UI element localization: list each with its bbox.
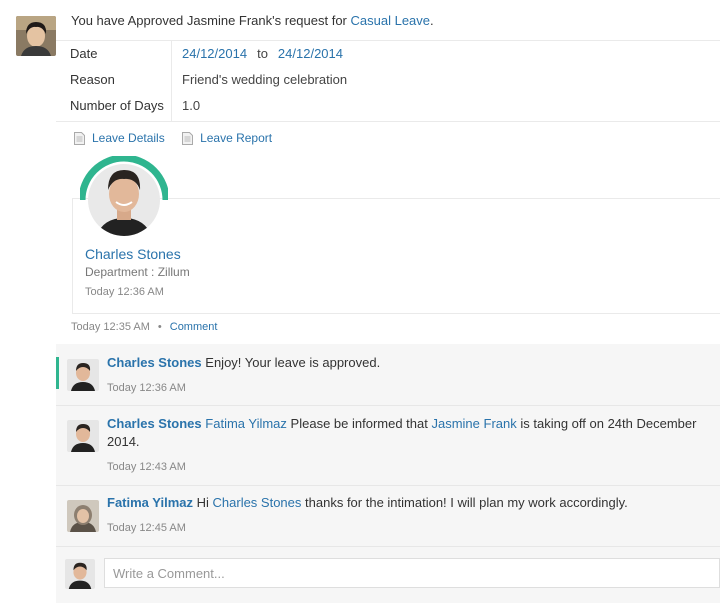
profile-photo[interactable]: [78, 154, 170, 244]
reason-value: Friend's wedding celebration: [182, 72, 348, 87]
comment-avatar[interactable]: [67, 500, 99, 532]
profile-name-link[interactable]: Charles Stones: [85, 246, 181, 262]
comment-avatar[interactable]: [67, 359, 99, 391]
leave-type-link[interactable]: Casual Leave: [351, 13, 431, 28]
report-icon: [182, 131, 194, 145]
separator-dot: •: [157, 321, 162, 333]
reason-label: Reason: [70, 72, 115, 87]
leave-report-link[interactable]: Leave Report: [182, 131, 272, 145]
comment-avatar[interactable]: [67, 420, 99, 452]
comment-timestamp: Today 12:43 AM: [107, 461, 186, 473]
comment-input[interactable]: [105, 559, 719, 587]
requester-avatar[interactable]: [16, 16, 56, 56]
date-to-link[interactable]: 24/12/2014: [278, 46, 343, 61]
comment-body: Fatima Yilmaz Hi Charles Stones thanks f…: [107, 494, 707, 512]
current-user-avatar: [65, 559, 95, 589]
days-value: 1.0: [182, 98, 201, 113]
document-icon: [74, 131, 85, 145]
comment-author-link[interactable]: Fatima Yilmaz: [107, 495, 193, 510]
post-meta: Today 12:35 AM • Comment: [71, 321, 217, 333]
profile-timestamp: Today 12:36 AM: [85, 286, 164, 298]
comment-timestamp: Today 12:45 AM: [107, 522, 186, 534]
comment-text: Hi: [196, 495, 209, 510]
approval-notification: You have Approved Jasmine Frank's reques…: [71, 13, 434, 28]
comment-link[interactable]: Comment: [170, 321, 218, 333]
action-links: Leave Details Leave Report: [74, 131, 286, 148]
date-to-word: to: [257, 46, 268, 61]
comment-text: thanks for the intimation! I will plan m…: [305, 495, 628, 510]
reason-row: Reason Friend's wedding celebration: [70, 67, 720, 93]
comment-text: Enjoy! Your leave is approved.: [205, 355, 381, 370]
mention-link[interactable]: Fatima Yilmaz: [205, 416, 287, 431]
leave-details-link[interactable]: Leave Details: [74, 131, 165, 145]
days-label: Number of Days: [70, 98, 164, 113]
date-label: Date: [70, 46, 98, 61]
notification-text: You have Approved Jasmine Frank's reques…: [71, 13, 347, 28]
leave-details-table: Date 24/12/2014 to 24/12/2014 Reason Frien…: [56, 40, 720, 122]
comment-timestamp: Today 12:36 AM: [107, 382, 186, 394]
comment-body: Charles Stones Fatima Yilmaz Please be i…: [107, 415, 707, 451]
leave-report-label: Leave Report: [200, 131, 273, 145]
comment-text: Please be informed that: [290, 416, 428, 431]
days-row: Number of Days 1.0: [70, 93, 720, 119]
profile-department: Department : Zillum: [85, 265, 190, 279]
comment-author-link[interactable]: Charles Stones: [107, 355, 202, 370]
comment-author-link[interactable]: Charles Stones: [107, 416, 202, 431]
new-comment-indicator: [56, 357, 59, 389]
mention-link[interactable]: Charles Stones: [213, 495, 302, 510]
date-from-link[interactable]: 24/12/2014: [182, 46, 247, 61]
leave-details-label: Leave Details: [92, 131, 165, 145]
comment-composer: [104, 558, 720, 588]
post-timestamp: Today 12:35 AM: [71, 321, 150, 333]
date-row: Date 24/12/2014 to 24/12/2014: [70, 41, 720, 67]
notification-suffix: .: [430, 13, 434, 28]
comment-body: Charles Stones Enjoy! Your leave is appr…: [107, 354, 707, 372]
mention-link[interactable]: Jasmine Frank: [431, 416, 516, 431]
